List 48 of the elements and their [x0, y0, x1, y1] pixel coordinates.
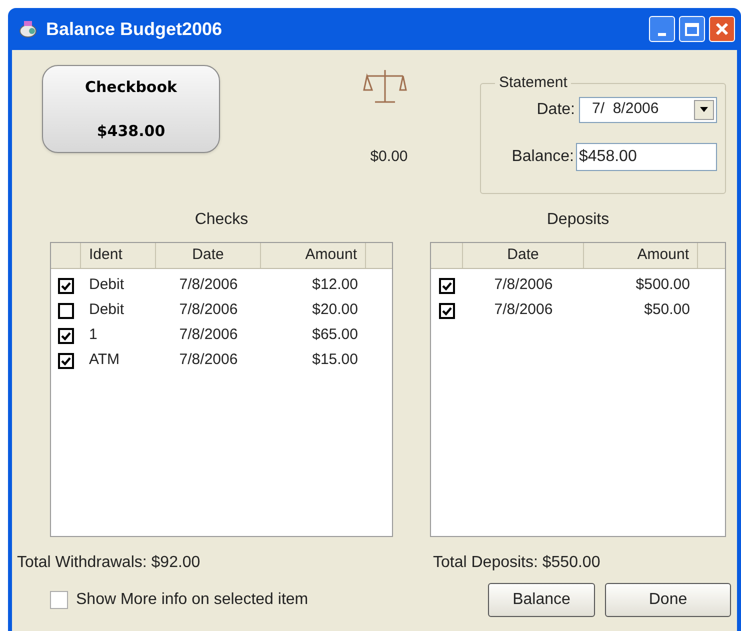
- column-header[interactable]: Date: [463, 243, 584, 268]
- table-cell-text: 7/8/2006: [494, 300, 553, 320]
- scale-icon: [363, 68, 407, 106]
- list-title: Deposits: [546, 211, 610, 228]
- row-checkbox[interactable]: [58, 302, 74, 318]
- difference-amount: $0.00: [370, 147, 408, 167]
- dialog-button[interactable]: Done: [605, 583, 731, 617]
- total-withdrawals: Total Withdrawals: $92.00: [17, 553, 202, 573]
- balance-field[interactable]: $458.00: [576, 142, 717, 170]
- close-icon: [715, 22, 729, 36]
- checkbook-button[interactable]: Checkbook $438.00: [42, 65, 220, 153]
- table-cell-text: $500.00: [636, 275, 690, 296]
- list-title: Checks: [194, 211, 248, 228]
- dialog-button[interactable]: Balance: [488, 583, 595, 617]
- table-cell-text: $50.00: [644, 300, 690, 320]
- row-checkbox[interactable]: [439, 278, 455, 294]
- table-cell-text: Debit: [89, 275, 124, 296]
- total-deposits: Total Deposits: $550.00: [433, 553, 600, 573]
- close-button[interactable]: [709, 16, 735, 42]
- table-cell-text: 7/8/2006: [494, 275, 553, 296]
- field-label: Balance:: [512, 146, 574, 166]
- row-checkbox[interactable]: [58, 328, 74, 344]
- app-icon: [18, 19, 38, 39]
- window-title: Balance Budget2006: [46, 18, 222, 41]
- group-title: Statement: [498, 73, 568, 93]
- table-cell-text: 1: [89, 325, 98, 346]
- table-cell-text: $12.00: [312, 275, 358, 296]
- table-cell-text: 7/8/2006: [179, 275, 238, 296]
- table-cell-text: ATM: [89, 350, 120, 370]
- table-cell-text: 7/8/2006: [179, 350, 238, 370]
- table-cell-text: $20.00: [312, 300, 358, 320]
- column-header[interactable]: Date: [156, 243, 261, 268]
- table-cell-text: 7/8/2006: [179, 325, 238, 346]
- row-checkbox[interactable]: [439, 302, 455, 318]
- column-header[interactable]: Ident: [81, 243, 156, 268]
- table-cell-text: $15.00: [312, 350, 358, 370]
- show-more-checkbox[interactable]: Show More info on selected item: [50, 588, 488, 612]
- row-checkbox[interactable]: [58, 352, 74, 368]
- table-cell-text: Debit: [89, 300, 124, 320]
- date-dropdown[interactable]: 7/ 8/2006: [579, 96, 717, 122]
- maximize-button[interactable]: [679, 16, 705, 42]
- column-header[interactable]: Amount: [261, 243, 366, 268]
- table-cell-text: 7/8/2006: [179, 300, 238, 320]
- minimize-button[interactable]: [649, 16, 675, 42]
- column-header[interactable]: Amount: [584, 243, 698, 268]
- row-checkbox[interactable]: [58, 278, 74, 294]
- table-cell-text: $65.00: [312, 325, 358, 346]
- field-label: Date:: [536, 100, 575, 120]
